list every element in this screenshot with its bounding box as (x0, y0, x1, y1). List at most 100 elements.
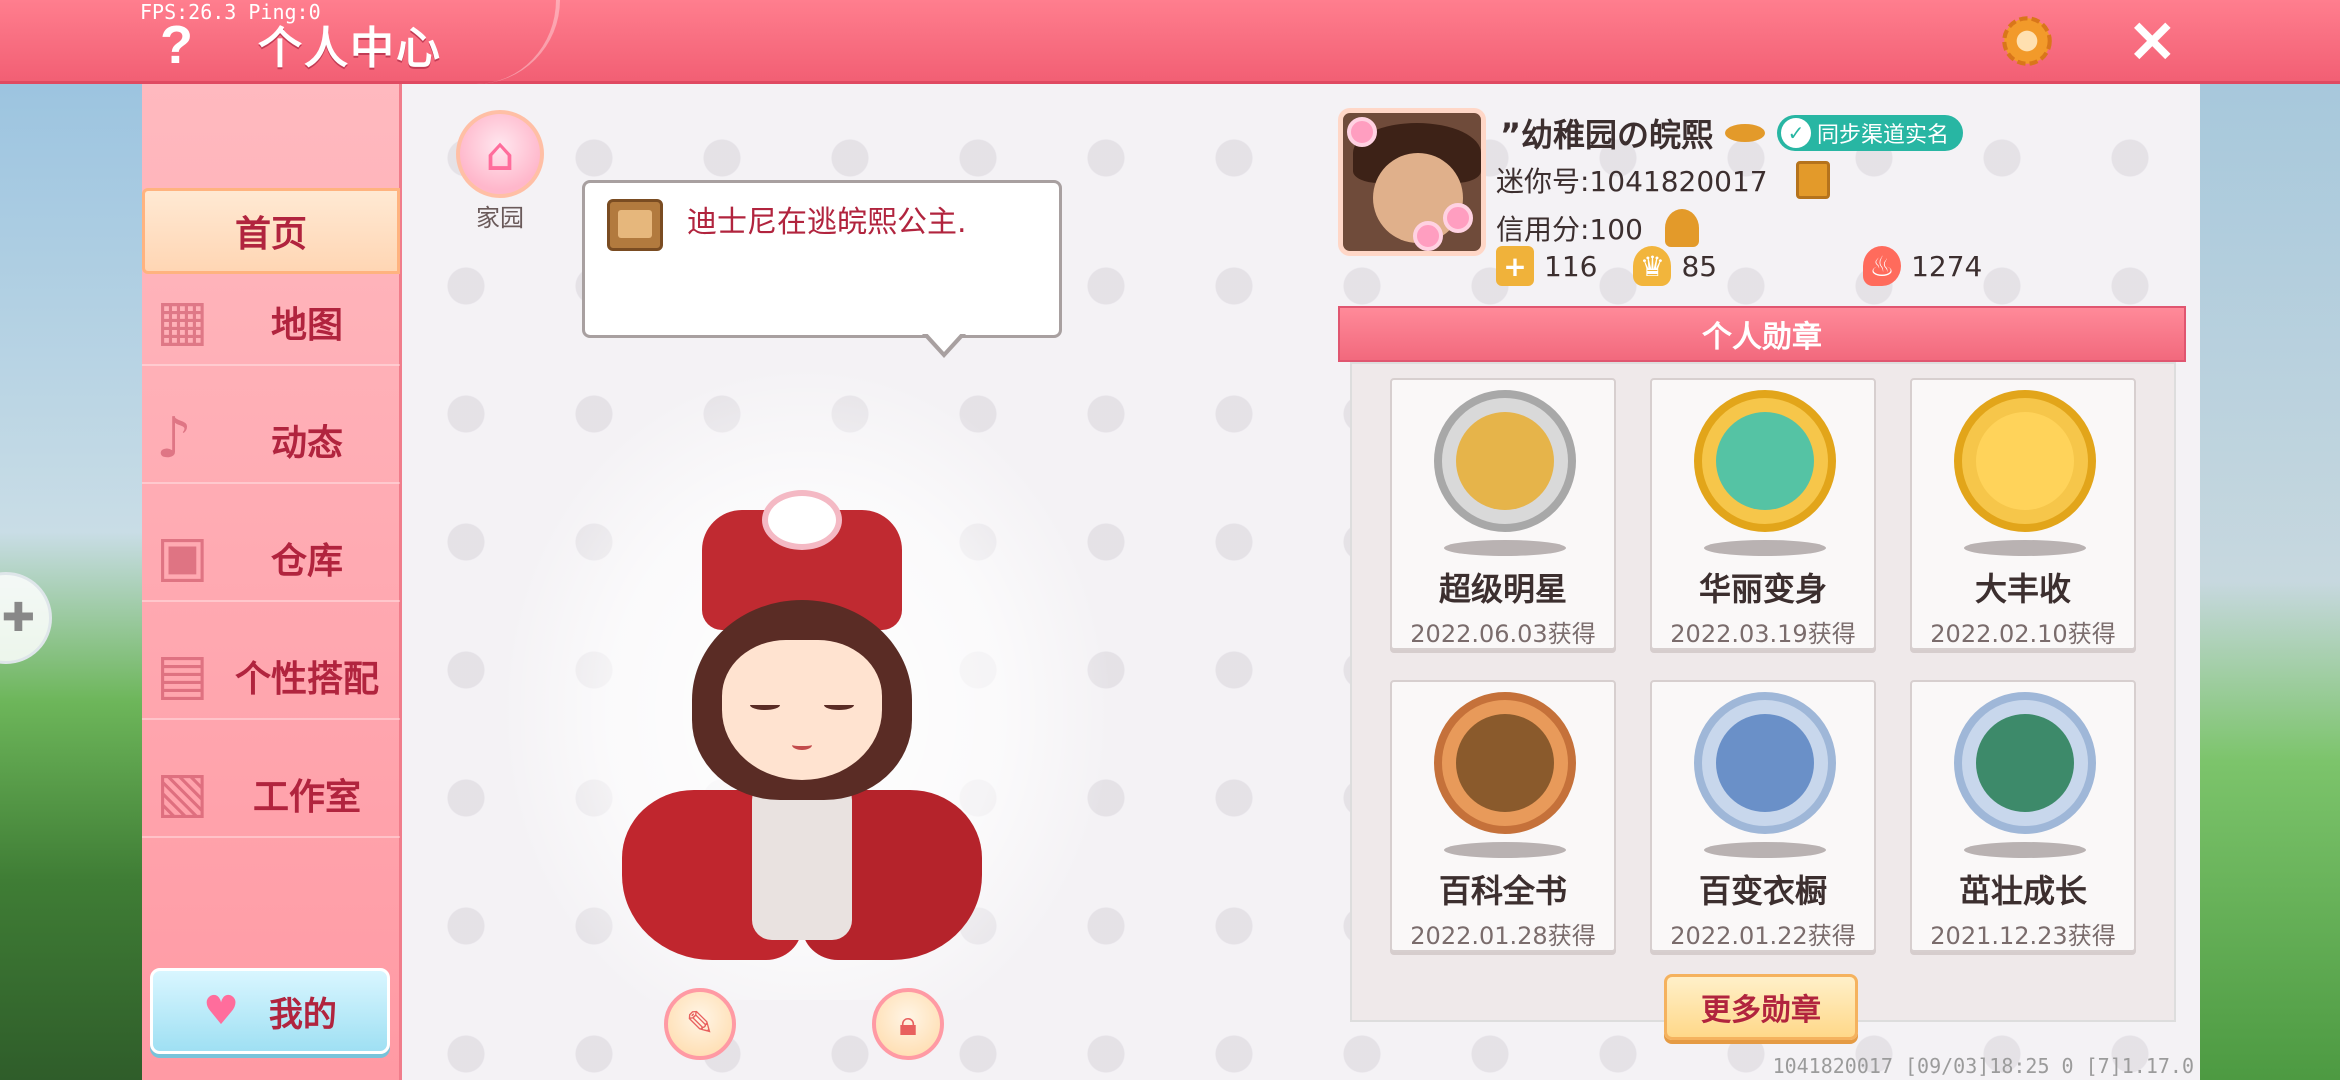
heart-icon: ♥ (203, 988, 239, 1034)
medal-name: 百科全书 (1438, 872, 1567, 910)
bubble-tail-fill (925, 331, 963, 352)
mine-button[interactable]: ♥ 我的 (150, 968, 390, 1054)
stat-trophy: ♛ 85 (1633, 246, 1717, 286)
player-id: 迷你号:1041820017 (1496, 165, 1768, 198)
bell-icon: ♪ (156, 406, 192, 471)
medal-name: 茁壮成长 (1958, 872, 2087, 910)
flower-icon (1413, 221, 1443, 251)
stats-row: + 116 ♛ 85 ♨ 1274 (1496, 246, 2018, 286)
home-label: 家园 (476, 204, 524, 232)
medal-icon (1434, 692, 1576, 834)
build-info: 1041820017 [09/03]18:25 0 [7]1.17.0 (1772, 1054, 2194, 1078)
profile-avatar[interactable] (1338, 108, 1486, 256)
map-icon: ▦ (156, 288, 209, 353)
medal-shadow (1444, 540, 1566, 556)
tv-icon (607, 199, 663, 251)
sidebar-nav: 首页 ▦ 地图 ♪ 动态 ▣ 仓库 ▤ 个性搭配 ▧ 工作室 ♥ 我的 (142, 84, 402, 1080)
lock-icon: 🔒︎ (898, 1004, 918, 1044)
sidebar-item-label: 个性搭配 (234, 659, 379, 700)
outfit-icon: ▤ (156, 642, 209, 707)
sidebar-item-storage[interactable]: ▣ 仓库 (142, 516, 400, 602)
avatar-bow (762, 490, 842, 550)
flower-icon (1443, 203, 1473, 233)
edit-button[interactable]: ✎ (664, 988, 736, 1060)
stat-value: 116 (1544, 249, 1598, 283)
profile-name-row: ”幼稚园の皖熙 ✓ 同步渠道实名 (1500, 110, 1964, 156)
house-icon: ⌂ (485, 127, 515, 181)
lock-button[interactable]: 🔒︎ (872, 988, 944, 1060)
realname-badge[interactable]: ✓ 同步渠道实名 (1777, 115, 1964, 151)
gear-icon[interactable] (1996, 10, 2058, 72)
medal-name: 百变衣橱 (1698, 872, 1827, 910)
puzzle-icon[interactable]: ✚ (0, 572, 52, 664)
medal-icon-core (1456, 412, 1554, 510)
signature-bubble[interactable]: 迪士尼在逃皖熙公主. (582, 180, 1062, 338)
sidebar-item-activity[interactable]: ♪ 动态 (142, 398, 400, 484)
medal-header: 个人勋章 (1338, 306, 2186, 362)
medal-icon (1954, 390, 2096, 532)
medal-card[interactable]: 超级明星 2022.06.03获得 (1390, 378, 1616, 650)
medal-card[interactable]: 华丽变身 2022.03.19获得 (1650, 378, 1876, 650)
flame-icon: ♨ (1863, 246, 1902, 286)
trophy-icon: ♛ (1633, 246, 1672, 286)
studio-icon: ▧ (156, 760, 209, 825)
medal-card[interactable]: 百科全书 2022.01.28获得 (1390, 680, 1616, 952)
sidebar-item-label: 工作室 (252, 777, 361, 818)
flag-icon: + (1496, 246, 1534, 286)
medal-icon-core (1456, 714, 1554, 812)
medal-icon-core (1716, 714, 1814, 812)
close-icon[interactable]: ✕ (2128, 8, 2177, 76)
help-icon[interactable]: ? (160, 14, 193, 76)
credit-score: 信用分:100 (1496, 213, 1643, 246)
medal-date: 2021.12.23获得 (1930, 922, 2116, 950)
player-avatar[interactable] (612, 490, 992, 970)
medal-shadow (1444, 842, 1566, 858)
medal-icon (1694, 390, 1836, 532)
more-medals-button[interactable]: 更多勋章 (1664, 974, 1858, 1040)
pencil-icon: ✎ (685, 1004, 715, 1044)
medal-card[interactable]: 百变衣橱 2022.01.22获得 (1650, 680, 1876, 952)
page-title: 个人中心 (258, 23, 442, 74)
medal-name: 大丰收 (1974, 570, 2071, 608)
signature-text: 迪士尼在逃皖熙公主. (687, 205, 967, 240)
copy-icon[interactable] (1795, 161, 1830, 199)
medal-date: 2022.02.10获得 (1930, 620, 2116, 648)
title-bar: FPS:26.3 Ping:0 ? 个人中心 ✕ (0, 0, 2340, 84)
stat-flag: + 116 (1496, 246, 1597, 286)
mask-icon (1725, 124, 1766, 142)
medal-icon (1694, 692, 1836, 834)
medal-card[interactable]: 大丰收 2022.02.10获得 (1910, 378, 2136, 650)
medal-date: 2022.01.28获得 (1410, 922, 1596, 950)
avatar-eye-right (824, 700, 854, 710)
sidebar-item-label: 动态 (270, 423, 343, 464)
medal-card[interactable]: 茁壮成长 2021.12.23获得 (1910, 680, 2136, 952)
realname-label: 同步渠道实名 (1817, 123, 1950, 148)
avatar-body (752, 780, 852, 940)
sidebar-item-studio[interactable]: ▧ 工作室 (142, 752, 400, 838)
medal-name: 华丽变身 (1698, 570, 1827, 608)
mine-label: 我的 (268, 994, 337, 1035)
medal-shadow (1704, 540, 1826, 556)
medal-date: 2022.01.22获得 (1670, 922, 1856, 950)
background-scene-right (2198, 84, 2340, 1080)
sidebar-item-label: 仓库 (270, 541, 343, 582)
avatar-eye-left (750, 700, 780, 710)
sidebar-item-map[interactable]: ▦ 地图 (142, 280, 400, 366)
sidebar-item-home[interactable]: 首页 (142, 188, 400, 274)
background-scene-left: ✚ (0, 84, 142, 1080)
storage-icon: ▣ (156, 524, 209, 589)
stat-value: 85 (1681, 249, 1718, 283)
avatar-face (722, 640, 882, 780)
stat-flame: ♨ 1274 (1863, 246, 1982, 286)
medal-date: 2022.06.03获得 (1410, 620, 1596, 648)
sidebar-item-outfit[interactable]: ▤ 个性搭配 (142, 634, 400, 720)
medal-icon (1434, 390, 1576, 532)
medal-icon-core (1976, 714, 2074, 812)
medal-name: 超级明星 (1438, 570, 1567, 608)
home-button[interactable]: ⌂ (456, 110, 544, 198)
person-icon[interactable] (1664, 209, 1699, 247)
credit-row: 信用分:100 (1496, 208, 1699, 248)
person-check-icon: ✓ (1781, 118, 1812, 148)
medal-icon-core (1976, 412, 2074, 510)
medal-icon (1954, 692, 2096, 834)
